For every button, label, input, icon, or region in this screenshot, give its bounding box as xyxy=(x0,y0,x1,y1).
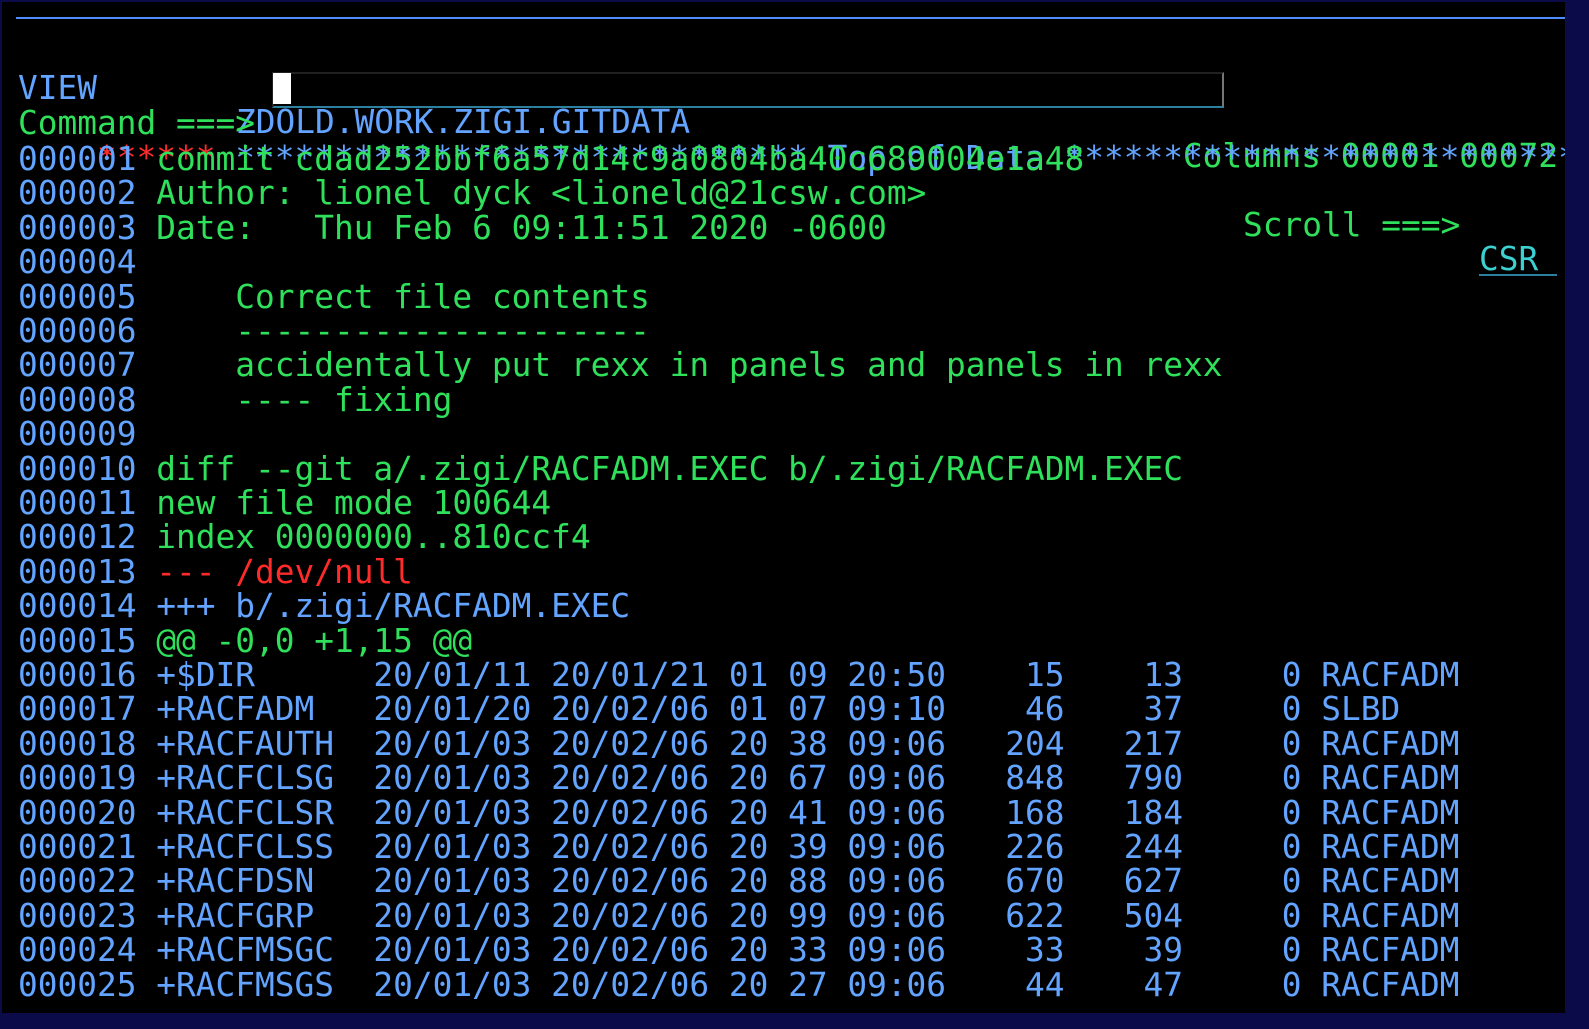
line-text[interactable]: --- /dev/null xyxy=(156,553,413,591)
data-line[interactable]: 000008 ---- fixing xyxy=(18,383,452,417)
line-number[interactable]: 000017 xyxy=(18,690,136,728)
line-number[interactable]: 000005 xyxy=(18,278,136,316)
terminal-screen: VIEW ZDOLD.WORK.ZIGI.GITDATA Columns 000… xyxy=(2,2,1565,1013)
data-line[interactable]: 000025 +RACFMSGS 20/01/03 20/02/06 20 27… xyxy=(18,968,1459,1002)
line-text[interactable]: accidentally put rexx in panels and pane… xyxy=(156,346,1222,384)
top-of-data-row: ****** ***************************** Top… xyxy=(18,107,1565,175)
data-line[interactable]: 000024 +RACFMSGC 20/01/03 20/02/06 20 33… xyxy=(18,933,1459,967)
data-line[interactable]: 000011 new file mode 100644 xyxy=(18,486,551,520)
line-number[interactable]: 000007 xyxy=(18,346,136,384)
line-number[interactable]: 000025 xyxy=(18,966,136,1004)
text-cursor xyxy=(273,73,291,104)
line-number[interactable]: 000004 xyxy=(18,243,136,281)
line-text[interactable]: ---- fixing xyxy=(156,381,452,419)
line-text[interactable]: new file mode 100644 xyxy=(156,484,551,522)
data-line[interactable]: 000021 +RACFCLSS 20/01/03 20/02/06 20 39… xyxy=(18,830,1459,864)
line-number[interactable]: 000001 xyxy=(18,140,136,178)
line-number[interactable]: 000016 xyxy=(18,656,136,694)
line-text[interactable]: +RACFDSN 20/01/03 20/02/06 20 88 09:06 6… xyxy=(156,862,1459,900)
scroll-label: Scroll ===> xyxy=(1243,206,1461,244)
data-line[interactable]: 000001 commit cdad252bbf6a57d14c9a0804ba… xyxy=(18,142,1084,176)
data-line[interactable]: 000012 index 0000000..810ccf4 xyxy=(18,520,591,554)
line-text[interactable]: index 0000000..810ccf4 xyxy=(156,518,590,556)
data-line[interactable]: 000009 xyxy=(18,417,156,451)
data-line[interactable]: 000002 Author: lionel dyck <lioneld@21cs… xyxy=(18,176,926,210)
line-text[interactable]: --------------------- xyxy=(156,312,650,350)
line-text[interactable]: Correct file contents xyxy=(156,278,650,316)
line-text[interactable]: commit cdad252bbf6a57d14c9a0804ba40c6890… xyxy=(156,140,1084,178)
line-number[interactable]: 000010 xyxy=(18,450,136,488)
line-text[interactable]: +RACFMSGC 20/01/03 20/02/06 20 33 09:06 … xyxy=(156,931,1459,969)
data-line[interactable]: 000007 accidentally put rexx in panels a… xyxy=(18,348,1223,382)
data-line[interactable]: 000004 xyxy=(18,245,156,279)
line-number[interactable]: 000011 xyxy=(18,484,136,522)
top-separator-line xyxy=(16,17,1565,19)
scroll-field[interactable]: CSR xyxy=(1479,242,1557,276)
line-number[interactable]: 000020 xyxy=(18,794,136,832)
data-line[interactable]: 000022 +RACFDSN 20/01/03 20/02/06 20 88 … xyxy=(18,864,1459,898)
line-text[interactable]: Author: lionel dyck <lioneld@21csw.com> xyxy=(156,174,926,212)
line-text[interactable]: +$DIR 20/01/11 20/01/21 01 09 20:50 15 1… xyxy=(156,656,1459,694)
line-number[interactable]: 000006 xyxy=(18,312,136,350)
line-number[interactable]: 000023 xyxy=(18,897,136,935)
line-number[interactable]: 000018 xyxy=(18,725,136,763)
data-line[interactable]: 000003 Date: Thu Feb 6 09:11:51 2020 -06… xyxy=(18,211,887,245)
command-input[interactable] xyxy=(272,72,1224,108)
line-number[interactable]: 000014 xyxy=(18,587,136,625)
line-text[interactable]: +RACFAUTH 20/01/03 20/02/06 20 38 09:06 … xyxy=(156,725,1459,763)
data-line[interactable]: 000018 +RACFAUTH 20/01/03 20/02/06 20 38… xyxy=(18,727,1459,761)
data-line[interactable]: 000013 --- /dev/null xyxy=(18,555,413,589)
line-text[interactable]: +RACFCLSR 20/01/03 20/02/06 20 41 09:06 … xyxy=(156,794,1459,832)
line-text[interactable]: +RACFCLSS 20/01/03 20/02/06 20 39 09:06 … xyxy=(156,828,1459,866)
line-text[interactable]: +++ b/.zigi/RACFADM.EXEC xyxy=(156,587,630,625)
data-line[interactable]: 000017 +RACFADM 20/01/20 20/02/06 01 07 … xyxy=(18,692,1400,726)
data-line[interactable]: 000006 --------------------- xyxy=(18,314,650,348)
data-line[interactable]: 000010 diff --git a/.zigi/RACFADM.EXEC b… xyxy=(18,452,1183,486)
data-line[interactable]: 000015 @@ -0,0 +1,15 @@ xyxy=(18,624,472,658)
data-line[interactable]: 000023 +RACFGRP 20/01/03 20/02/06 20 99 … xyxy=(18,899,1459,933)
line-number[interactable]: 000019 xyxy=(18,759,136,797)
line-text[interactable]: +RACFMSGS 20/01/03 20/02/06 20 27 09:06 … xyxy=(156,966,1459,1004)
data-line[interactable]: 000005 Correct file contents xyxy=(18,280,650,314)
line-number[interactable]: 000003 xyxy=(18,209,136,247)
line-number[interactable]: 000022 xyxy=(18,862,136,900)
line-text[interactable]: +RACFADM 20/01/20 20/02/06 01 07 09:10 4… xyxy=(156,690,1400,728)
line-number[interactable]: 000015 xyxy=(18,622,136,660)
line-number[interactable]: 000012 xyxy=(18,518,136,556)
title-row: VIEW ZDOLD.WORK.ZIGI.GITDATA Columns 000… xyxy=(18,37,1558,173)
line-text[interactable]: diff --git a/.zigi/RACFADM.EXEC b/.zigi/… xyxy=(156,450,1183,488)
command-row: Command ===> Scroll ===> CSR xyxy=(18,72,1558,276)
data-line[interactable]: 000016 +$DIR 20/01/11 20/01/21 01 09 20:… xyxy=(18,658,1459,692)
data-line[interactable]: 000019 +RACFCLSG 20/01/03 20/02/06 20 67… xyxy=(18,761,1459,795)
line-number[interactable]: 000024 xyxy=(18,931,136,969)
line-number[interactable]: 000013 xyxy=(18,553,136,591)
data-line[interactable]: 000020 +RACFCLSR 20/01/03 20/02/06 20 41… xyxy=(18,796,1459,830)
line-number[interactable]: 000008 xyxy=(18,381,136,419)
data-line[interactable]: 000014 +++ b/.zigi/RACFADM.EXEC xyxy=(18,589,630,623)
line-number[interactable]: 000021 xyxy=(18,828,136,866)
line-text[interactable]: Date: Thu Feb 6 09:11:51 2020 -0600 xyxy=(156,209,887,247)
line-text[interactable]: @@ -0,0 +1,15 @@ xyxy=(156,622,472,660)
line-text[interactable]: +RACFCLSG 20/01/03 20/02/06 20 67 09:06 … xyxy=(156,759,1459,797)
line-number[interactable]: 000009 xyxy=(18,415,136,453)
line-text[interactable]: +RACFGRP 20/01/03 20/02/06 20 99 09:06 6… xyxy=(156,897,1459,935)
line-number[interactable]: 000002 xyxy=(18,174,136,212)
